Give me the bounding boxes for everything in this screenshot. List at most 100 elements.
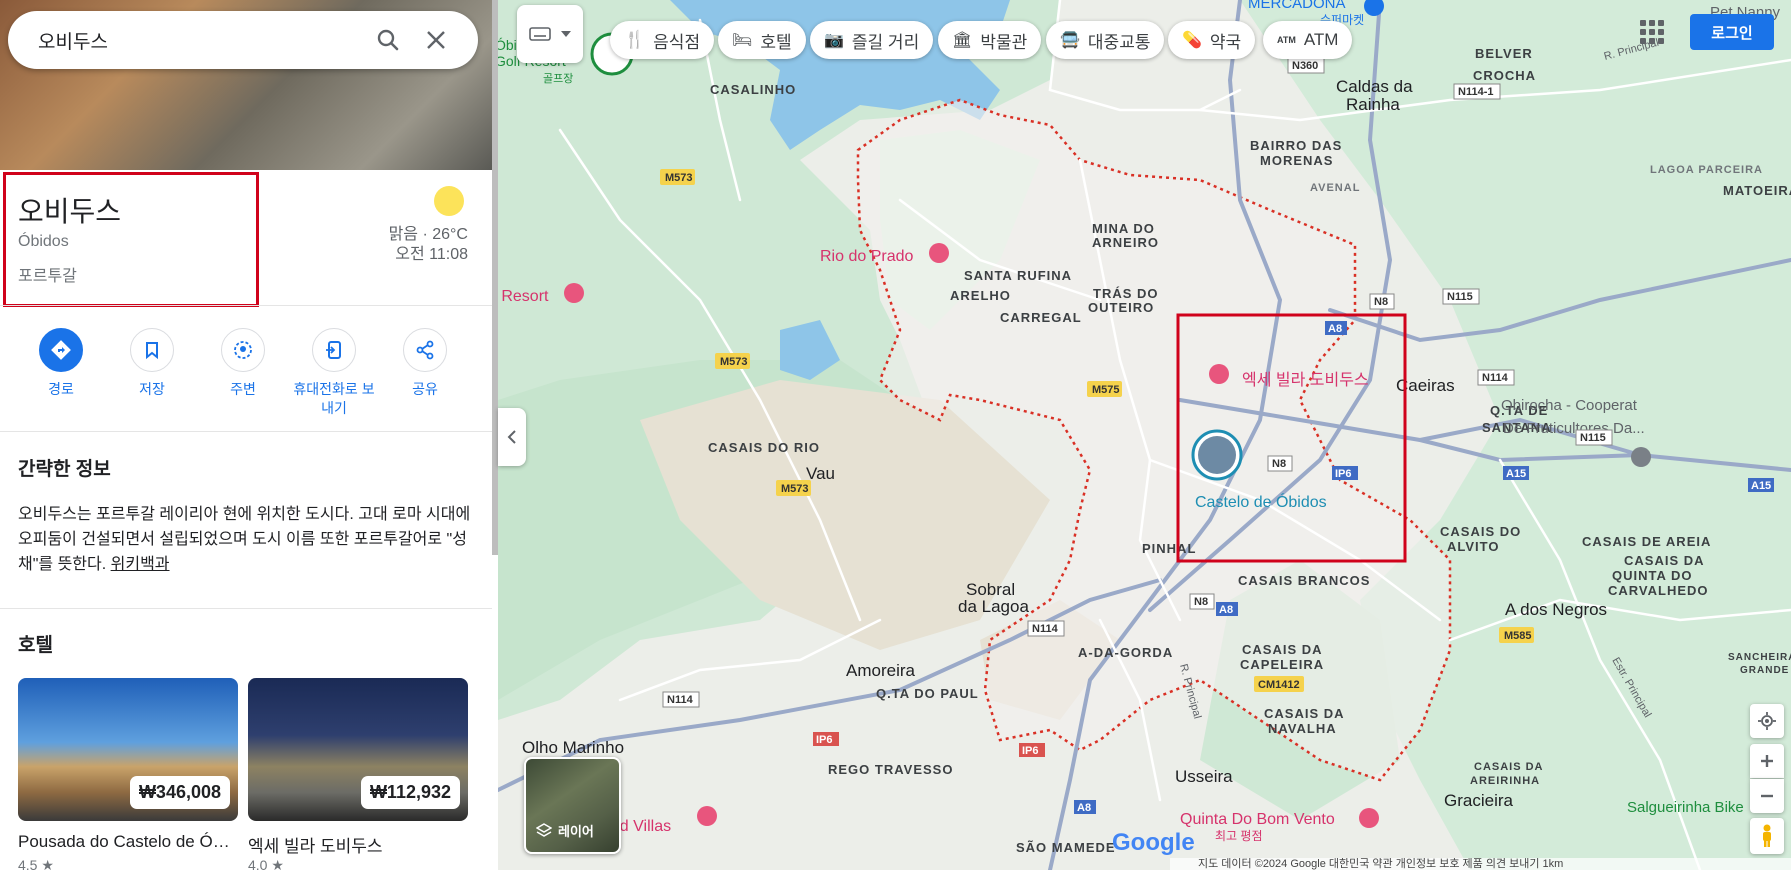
locality-label: OUTEIRO xyxy=(1088,300,1154,315)
locality-label: BAIRRO DAS xyxy=(1250,138,1342,153)
road-shield-blue: A8 xyxy=(1216,602,1238,616)
search-button[interactable] xyxy=(366,18,410,62)
layers-button[interactable]: 레이어 xyxy=(524,757,621,854)
chip-pharmacies[interactable]: 💊 약국 xyxy=(1168,21,1256,59)
locality-label: TRÁS DO xyxy=(1093,286,1159,301)
locality-label: MINA DO xyxy=(1092,221,1155,236)
town-label: A dos Negros xyxy=(1505,600,1607,619)
zoom-out-button[interactable] xyxy=(1750,779,1784,813)
about-text: 오비두스는 포르투갈 레이리아 현에 위치한 도시다. 고대 로마 시대에 오피… xyxy=(18,506,471,573)
road-shield-white: N114-1 xyxy=(1453,83,1501,100)
road-shield-white: N115 xyxy=(1442,288,1480,305)
poi-label: Rio do Prado xyxy=(820,248,913,265)
share-button[interactable]: 공유 xyxy=(380,328,470,399)
search-input[interactable] xyxy=(38,29,362,51)
map-footer: 지도 데이터 ©2024 Google 대한민국 약관 개인정보 보호 제품 의… xyxy=(1170,858,1791,870)
divider xyxy=(0,431,492,432)
town-label: da Lagoa xyxy=(958,597,1029,616)
road-shield-yellow: CM1412 xyxy=(1254,676,1304,692)
search-icon xyxy=(377,29,399,51)
locality-label: A-DA-GORDA xyxy=(1078,645,1173,660)
poi-label: MERCADONA xyxy=(1248,0,1346,12)
zoom-in-button[interactable] xyxy=(1750,744,1784,778)
museum-icon: 🏛 xyxy=(952,32,973,49)
town-label: Gracieira xyxy=(1444,791,1514,810)
clear-search-button[interactable] xyxy=(414,18,458,62)
hotel-pin-icon xyxy=(929,243,949,263)
locality-label: PINHAL xyxy=(1142,541,1196,556)
locality-label: MATOEIRA xyxy=(1723,183,1791,198)
road-shield-blue: A15 xyxy=(1748,478,1774,492)
svg-text:A15: A15 xyxy=(1751,480,1771,492)
divider xyxy=(0,305,492,306)
locality-label: CAPELEIRA xyxy=(1240,657,1324,672)
chip-things-to-do[interactable]: 📷 즐길 거리 xyxy=(810,21,934,59)
town-label: Amoreira xyxy=(846,661,916,680)
street-view-pegman[interactable] xyxy=(1750,818,1784,854)
locality-label: CARVALHEDO xyxy=(1608,583,1709,598)
chip-atm[interactable]: ATM ATM xyxy=(1263,21,1353,59)
town-label: Olho Marinho xyxy=(522,738,624,757)
svg-text:N8: N8 xyxy=(1374,296,1388,308)
locality-label: ARELHO xyxy=(950,288,1011,303)
poi-label: 엑세 빌라 도비두스 xyxy=(1242,371,1369,389)
locality-label: CASAIS DA xyxy=(1624,553,1705,568)
send-to-phone-icon xyxy=(326,341,341,359)
locality-label: ALVITO xyxy=(1447,539,1499,554)
place-pin-icon xyxy=(1631,447,1651,467)
transit-icon: 🚍 xyxy=(1060,32,1080,49)
svg-text:N114: N114 xyxy=(1482,372,1509,384)
svg-text:IP6: IP6 xyxy=(1335,468,1352,480)
svg-text:A8: A8 xyxy=(1219,604,1233,616)
hotel-name[interactable]: 엑세 빌라 도비두스 xyxy=(248,832,468,857)
chip-hotels[interactable]: 🛏 호텔 xyxy=(718,21,806,59)
town-label: Caldas da xyxy=(1336,77,1413,96)
road-shield-yellow: M573 xyxy=(660,169,695,185)
layers-icon xyxy=(536,822,552,837)
svg-text:IP6: IP6 xyxy=(816,734,833,746)
locality-label: AREIRINHA xyxy=(1470,775,1540,787)
hotel-pin-icon xyxy=(1209,364,1229,384)
locality-label: NAVALHA xyxy=(1268,721,1337,736)
hotel-name[interactable]: Pousada do Castelo de Óbidos xyxy=(18,832,238,852)
hotel-price: ₩346,008 xyxy=(129,776,230,809)
panel-scrollbar[interactable] xyxy=(492,0,498,555)
locality-label: REGO TRAVESSO xyxy=(828,762,953,777)
hotel-pin-icon xyxy=(1359,808,1379,828)
road-shield-yellow: M573 xyxy=(715,353,750,369)
svg-text:N360: N360 xyxy=(1292,60,1318,72)
locality-label: SANTA RUFINA xyxy=(964,268,1072,283)
road-shield-blue: A15 xyxy=(1503,466,1529,480)
save-button[interactable]: 저장 xyxy=(107,328,197,399)
hotel-card-photo[interactable]: ₩112,932 xyxy=(248,678,468,821)
poi-label: De Fruticultores Da... xyxy=(1503,420,1645,437)
apps-grid-icon[interactable] xyxy=(1640,20,1664,44)
google-logo: Google xyxy=(1112,829,1195,856)
directions-button[interactable]: 경로 xyxy=(16,328,106,399)
close-icon xyxy=(427,31,445,49)
login-button[interactable]: 로그인 xyxy=(1690,14,1774,50)
input-tools-button[interactable] xyxy=(517,5,583,63)
nearby-icon xyxy=(234,341,252,359)
poi-label: Obirocha - Cooperat xyxy=(1501,397,1638,414)
send-to-phone-button[interactable]: 휴대전화로 보내기 xyxy=(289,328,379,418)
keyboard-icon xyxy=(529,27,551,41)
locality-label: CASAIS DA xyxy=(1264,706,1345,721)
locality-label: ARNEIRO xyxy=(1092,235,1159,250)
poi-label: Salgueirinha Bike xyxy=(1627,799,1744,816)
collapse-panel-button[interactable] xyxy=(498,408,526,466)
chip-restaurants[interactable]: 🍴 음식점 xyxy=(610,21,715,59)
my-location-button[interactable] xyxy=(1750,704,1784,738)
hotel-price: ₩112,932 xyxy=(360,776,460,809)
hotel-icon: 🛏 xyxy=(732,32,753,49)
svg-text:N115: N115 xyxy=(1447,291,1473,303)
chip-museums[interactable]: 🏛 박물관 xyxy=(938,21,1042,59)
road-shield-yellow: M585 xyxy=(1499,627,1534,643)
hotel-card-photo[interactable]: ₩346,008 xyxy=(18,678,238,821)
locality-label: SANCHEIRA xyxy=(1728,652,1791,663)
wikipedia-link[interactable]: 위키백과 xyxy=(111,556,170,573)
pharmacy-icon: 💊 xyxy=(1182,32,1202,49)
chip-transit[interactable]: 🚍 대중교통 xyxy=(1046,21,1165,59)
road-shield-red: IP6 xyxy=(813,732,839,746)
nearby-button[interactable]: 주변 xyxy=(198,328,288,399)
